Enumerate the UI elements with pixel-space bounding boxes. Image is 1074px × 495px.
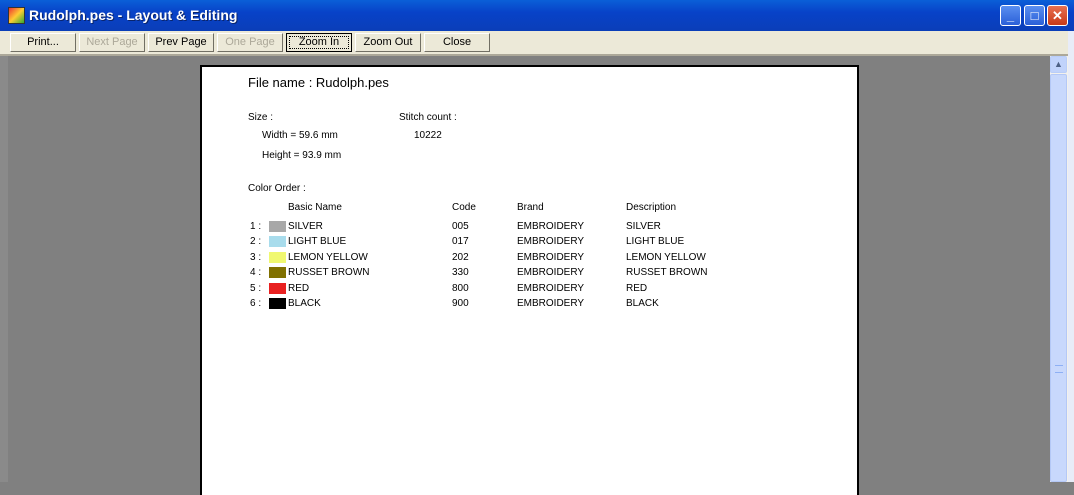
scroll-up-arrow-icon[interactable]: ▲ [1050, 56, 1067, 73]
header-brand: Brand [517, 202, 544, 213]
color-number: 6 : [250, 298, 262, 309]
print-button[interactable]: Print... [10, 33, 76, 52]
app-icon [8, 7, 25, 24]
prev-page-button[interactable]: Prev Page [148, 33, 214, 52]
color-name: LIGHT BLUE [288, 236, 347, 247]
scroll-thumb[interactable] [1050, 74, 1067, 482]
color-order-label: Color Order : [248, 183, 306, 194]
color-number: 4 : [250, 267, 262, 278]
color-code: 005 [452, 221, 469, 232]
color-brand: EMBROIDERY [517, 298, 585, 309]
color-description: BLACK [626, 298, 659, 309]
color-description: LIGHT BLUE [626, 236, 685, 247]
color-code: 800 [452, 283, 469, 294]
vertical-scrollbar[interactable]: ▲ [1050, 56, 1068, 482]
color-number: 5 : [250, 283, 262, 294]
zoom-out-button[interactable]: Zoom Out [355, 33, 421, 52]
color-number: 1 : [250, 221, 262, 232]
color-number: 3 : [250, 252, 262, 263]
color-name: RUSSET BROWN [288, 267, 370, 278]
color-code: 202 [452, 252, 469, 263]
close-button[interactable]: Close [424, 33, 490, 52]
color-code: 330 [452, 267, 469, 278]
color-name: LEMON YELLOW [288, 252, 368, 263]
color-swatch [269, 267, 286, 278]
color-swatch [269, 236, 286, 247]
window-title: Rudolph.pes - Layout & Editing [29, 7, 238, 23]
color-name: SILVER [288, 221, 323, 232]
title-bar: Rudolph.pes - Layout & Editing _ □ ✕ [0, 0, 1074, 31]
header-code: Code [452, 202, 476, 213]
window-right-edge [1068, 31, 1074, 482]
color-code: 900 [452, 298, 469, 309]
toolbar: Print... Next Page Prev Page One Page Zo… [0, 31, 1074, 56]
color-brand: EMBROIDERY [517, 283, 585, 294]
color-description: LEMON YELLOW [626, 252, 706, 263]
header-description: Description [626, 202, 677, 213]
width-value: Width = 59.6 mm [262, 130, 338, 141]
header-basic-name: Basic Name [288, 202, 342, 213]
color-brand: EMBROIDERY [517, 221, 585, 232]
next-page-button[interactable]: Next Page [79, 33, 145, 52]
stitch-count-value: 10222 [414, 130, 442, 141]
print-preview-page: File name : Rudolph.pes Size : Width = 5… [200, 65, 859, 495]
one-page-button[interactable]: One Page [217, 33, 283, 52]
color-code: 017 [452, 236, 469, 247]
color-brand: EMBROIDERY [517, 236, 585, 247]
file-name: File name : Rudolph.pes [248, 75, 389, 90]
window-left-edge [0, 56, 8, 482]
close-window-button[interactable]: ✕ [1047, 5, 1068, 26]
color-brand: EMBROIDERY [517, 252, 585, 263]
color-swatch [269, 283, 286, 294]
grip-icon [1055, 365, 1063, 373]
stitch-count-label: Stitch count : [399, 112, 457, 123]
color-swatch [269, 221, 286, 232]
color-swatch [269, 298, 286, 309]
minimize-button[interactable]: _ [1000, 5, 1021, 26]
color-swatch [269, 252, 286, 263]
color-name: BLACK [288, 298, 321, 309]
height-value: Height = 93.9 mm [262, 150, 342, 161]
color-description: RUSSET BROWN [626, 267, 708, 278]
size-label: Size : [248, 112, 274, 123]
maximize-button[interactable]: □ [1024, 5, 1045, 26]
color-number: 2 : [250, 236, 262, 247]
color-brand: EMBROIDERY [517, 267, 585, 278]
zoom-in-button[interactable]: Zoom In [286, 33, 352, 52]
color-name: RED [288, 283, 310, 294]
color-description: SILVER [626, 221, 661, 232]
color-description: RED [626, 283, 648, 294]
